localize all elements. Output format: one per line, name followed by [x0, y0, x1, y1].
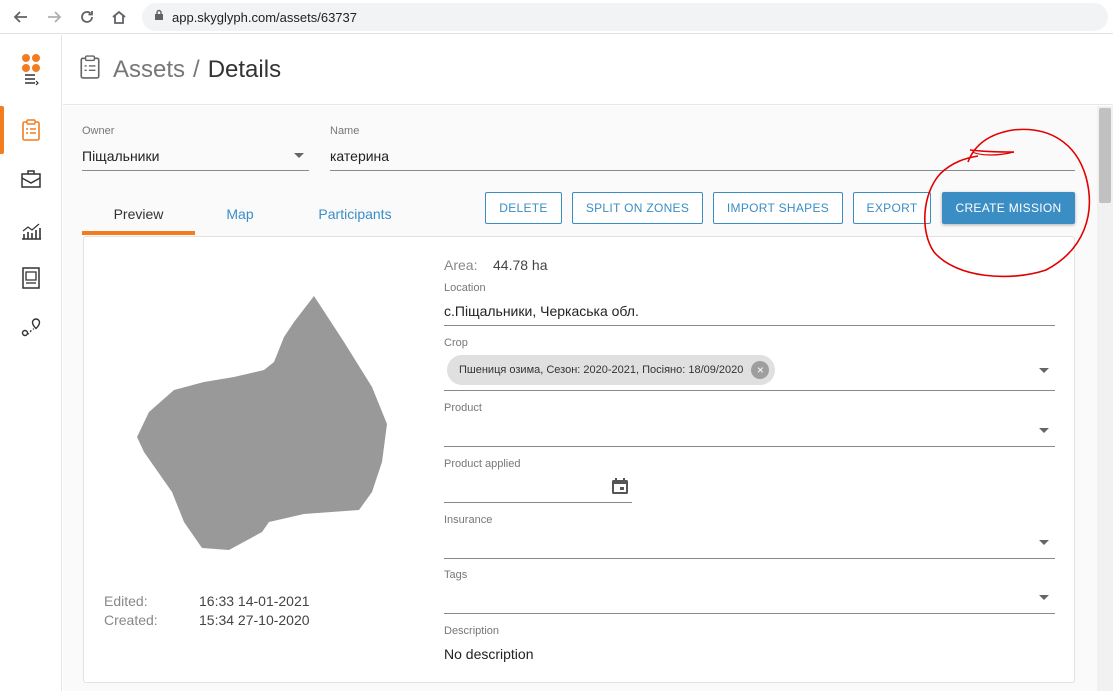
product-applied-date-input[interactable]: [444, 502, 632, 503]
left-navigation-rail: [0, 35, 62, 691]
import-shapes-button[interactable]: IMPORT SHAPES: [713, 192, 843, 224]
name-underline: [330, 170, 1075, 171]
forward-arrow-icon[interactable]: [43, 6, 65, 28]
created-value: 15:34 27-10-2020: [199, 612, 310, 628]
product-applied-label: Product applied: [444, 458, 521, 470]
lock-icon: [154, 8, 164, 26]
briefcase-icon[interactable]: [0, 155, 62, 203]
create-mission-button[interactable]: CREATE MISSION: [942, 192, 1075, 224]
chevron-down-icon[interactable]: [1039, 428, 1049, 433]
chevron-down-icon[interactable]: [1039, 595, 1049, 600]
route-icon[interactable]: [0, 304, 62, 352]
tags-label: Tags: [444, 569, 468, 581]
description-label: Description: [444, 625, 500, 637]
area-value: 44.78 ha: [493, 257, 548, 273]
edited-label: Edited:: [104, 593, 148, 609]
scrollbar-thumb[interactable]: [1099, 108, 1111, 203]
delete-button[interactable]: DELETE: [485, 192, 562, 224]
assets-clipboard-icon: [79, 55, 101, 84]
crop-label: Crop: [444, 337, 468, 349]
url-text: app.skyglyph.com/assets/63737: [172, 9, 357, 25]
home-icon[interactable]: [108, 6, 130, 28]
owner-label: Owner: [82, 125, 115, 137]
main-content: Owner Піщальники Name катерина Preview M…: [63, 106, 1097, 691]
asset-details-card: Edited: 16:33 14-01-2021 Created: 15:34 …: [83, 236, 1075, 683]
details-form: Area: 44.78 ha Location с.Піщальники, Че…: [444, 237, 1056, 684]
assets-clipboard-icon[interactable]: [0, 106, 62, 154]
description-value: No description: [444, 646, 534, 662]
owner-underline: [82, 170, 309, 171]
calendar-icon[interactable]: [611, 477, 629, 500]
close-icon[interactable]: ×: [751, 361, 770, 379]
location-label: Location: [444, 282, 486, 294]
breadcrumb-assets[interactable]: Assets: [113, 56, 185, 84]
split-on-zones-button[interactable]: SPLIT ON ZONES: [572, 192, 703, 224]
tab-participants[interactable]: Participants: [285, 192, 425, 236]
product-label: Product: [444, 402, 482, 414]
reports-document-icon[interactable]: [0, 254, 62, 302]
product-select[interactable]: [444, 446, 1055, 447]
analytics-chart-icon[interactable]: [0, 207, 62, 255]
created-label: Created:: [104, 612, 158, 628]
reload-icon[interactable]: [76, 6, 98, 28]
tab-map[interactable]: Map: [195, 192, 285, 236]
edited-value: 16:33 14-01-2021: [199, 593, 310, 609]
insurance-label: Insurance: [444, 514, 493, 526]
chevron-down-icon[interactable]: [1039, 540, 1049, 545]
owner-select-value[interactable]: Піщальники: [82, 148, 159, 164]
crop-chip[interactable]: Пшениця озима, Сезон: 2020-2021, Посіяно…: [447, 355, 776, 385]
tags-select[interactable]: [444, 613, 1055, 614]
name-label: Name: [330, 125, 360, 137]
back-arrow-icon[interactable]: [10, 6, 32, 28]
chevron-down-icon[interactable]: [1039, 368, 1049, 373]
location-input[interactable]: с.Піщальники, Черкаська обл.: [444, 303, 639, 319]
export-button[interactable]: EXPORT: [853, 192, 931, 224]
browser-toolbar: app.skyglyph.com/assets/63737: [0, 0, 1113, 34]
crop-chip-text: Пшениця озима, Сезон: 2020-2021, Посіяно…: [459, 364, 744, 376]
page-scrollbar[interactable]: [1097, 106, 1113, 691]
active-tab-indicator: [82, 231, 195, 235]
field-shape-preview: [137, 296, 387, 550]
menu-collapse-icon[interactable]: [0, 65, 62, 93]
crop-underline: [444, 390, 1055, 391]
insurance-select[interactable]: [444, 558, 1055, 559]
area-label: Area:: [444, 257, 478, 273]
breadcrumb-separator: /: [193, 55, 200, 83]
location-underline: [444, 325, 1055, 326]
address-bar[interactable]: app.skyglyph.com/assets/63737: [142, 3, 1108, 31]
page-header: Assets / Details: [63, 35, 1113, 105]
name-input[interactable]: катерина: [330, 148, 389, 164]
tab-preview[interactable]: Preview: [82, 192, 195, 236]
chevron-down-icon[interactable]: [294, 153, 304, 158]
page-title: Details: [207, 55, 282, 83]
